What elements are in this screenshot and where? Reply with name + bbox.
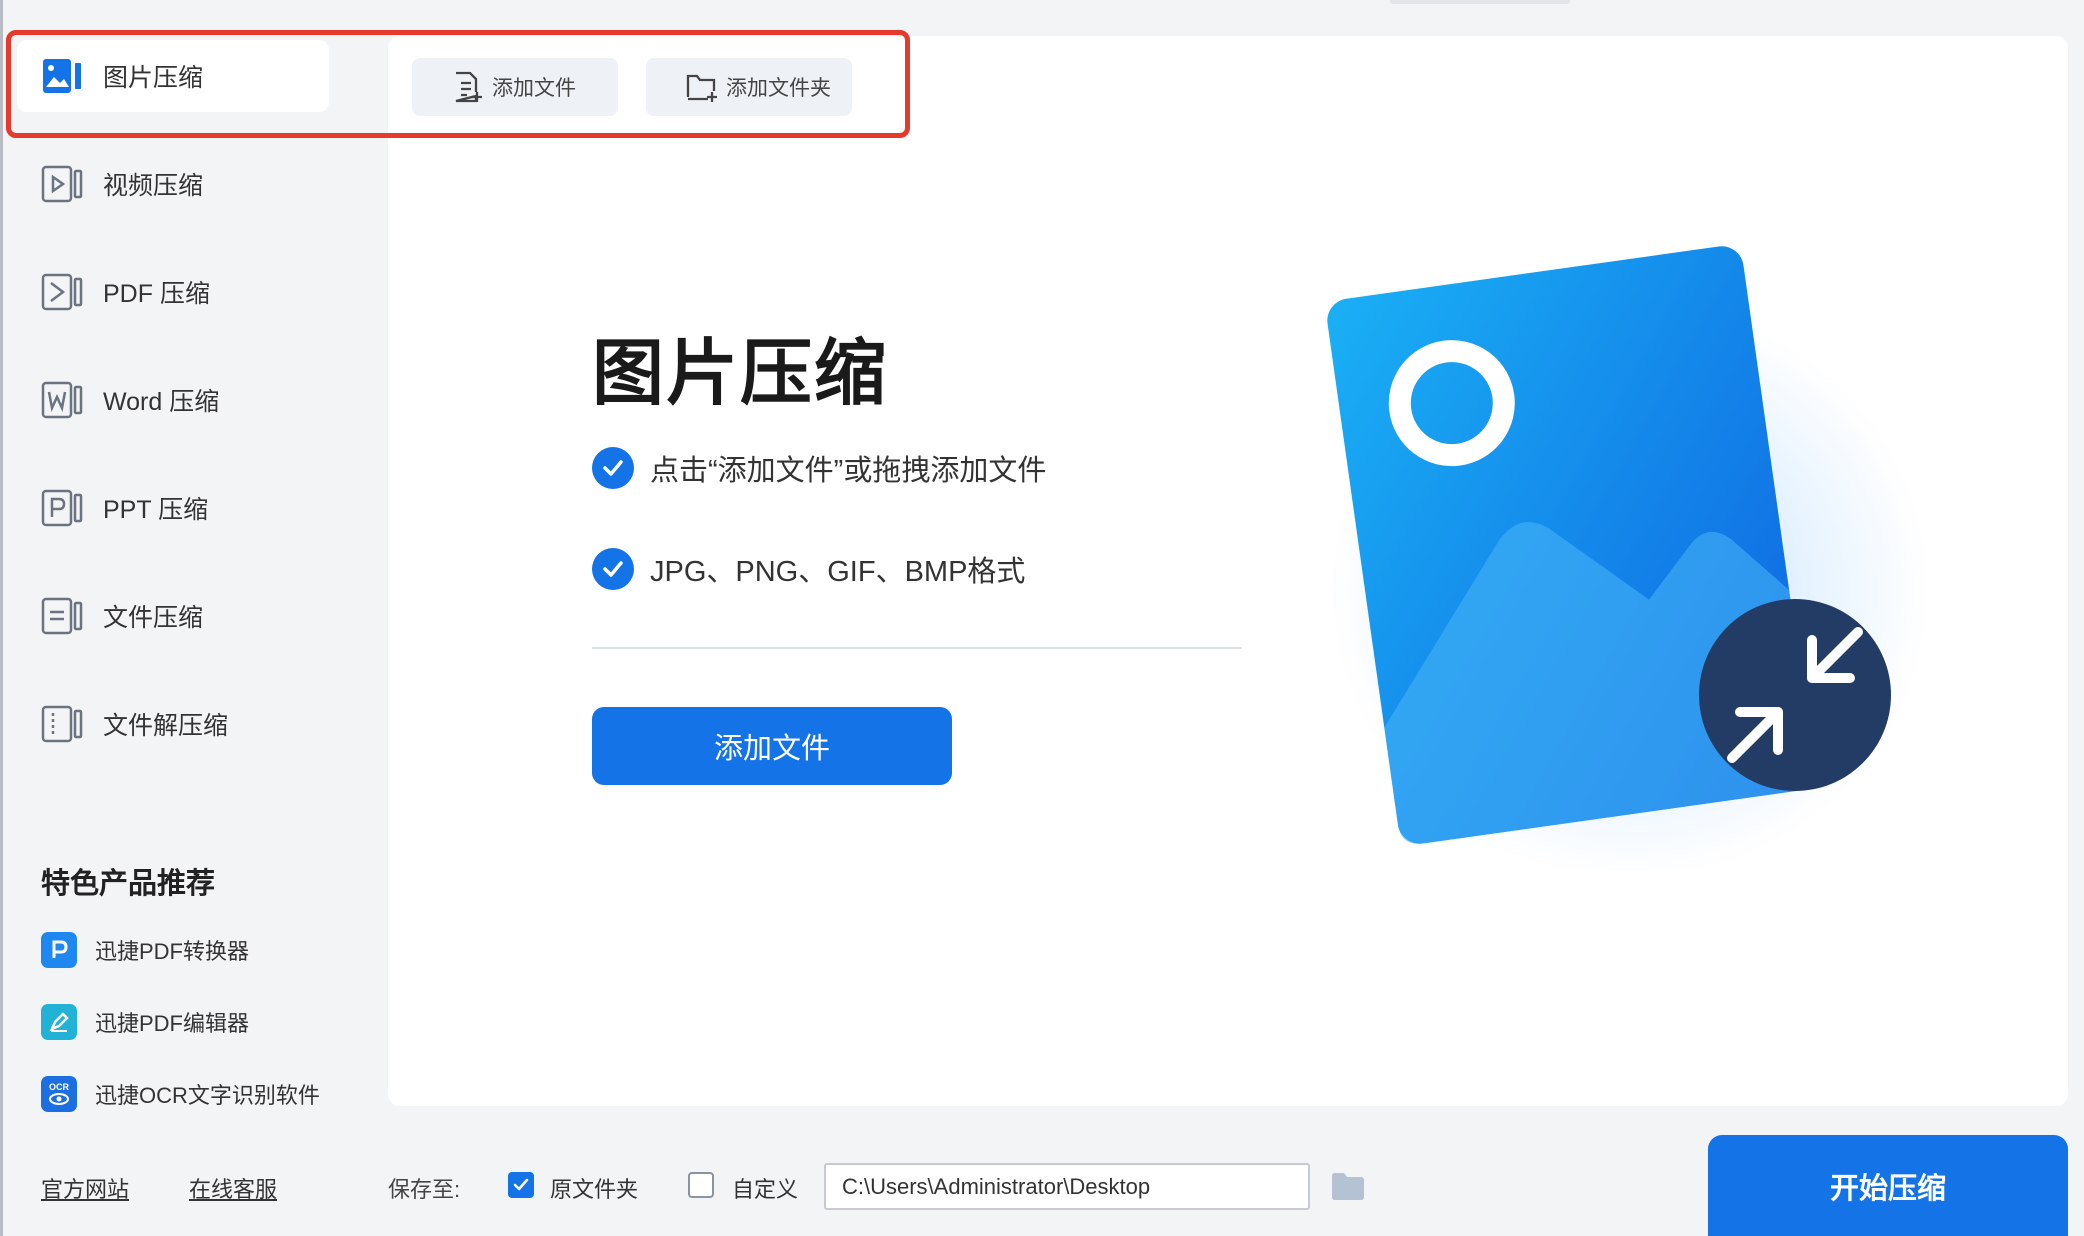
promo-item-pdf-editor[interactable]: 迅捷PDF编辑器 <box>41 1002 249 1042</box>
pdf-editor-icon <box>41 1004 77 1040</box>
check-circle-icon <box>592 548 634 590</box>
official-website-link[interactable]: 官方网站 <box>41 1172 129 1204</box>
sidebar-item-pdf-compress[interactable]: PDF 压缩 <box>17 256 329 328</box>
custom-label: 自定义 <box>732 1177 799 1202</box>
instruction-item: 点击“添加文件”或拖拽添加文件 <box>592 446 1046 490</box>
ocr-icon: OCR <box>41 1076 77 1112</box>
add-folder-toolbar-label: 添加文件夹 <box>726 77 831 100</box>
format-text: JPG、PNG、GIF、BMP格式 <box>650 556 1026 588</box>
sidebar-item-label: 视频压缩 <box>103 172 204 200</box>
file-decompress-icon <box>39 701 85 747</box>
promo-title: 特色产品推荐 <box>41 868 216 900</box>
add-file-toolbar-label: 添加文件 <box>492 77 576 100</box>
custom-checkbox[interactable] <box>688 1172 714 1198</box>
sidebar-item-label: PDF 压缩 <box>103 280 210 308</box>
promo-label: 迅捷PDF转换器 <box>95 939 250 964</box>
add-file-icon <box>455 71 482 103</box>
sidebar-item-label: 图片压缩 <box>103 64 204 92</box>
online-support-link[interactable]: 在线客服 <box>189 1172 277 1204</box>
folder-icon <box>1332 1173 1364 1200</box>
save-path-input[interactable] <box>824 1163 1310 1210</box>
video-compress-icon <box>39 161 85 207</box>
ocr-icon-text: OCR <box>49 1082 69 1092</box>
compress-arrows-badge <box>1699 599 1891 791</box>
checkmark-icon <box>513 1178 529 1191</box>
sidebar-item-image-compress[interactable]: 图片压缩 <box>17 40 329 112</box>
pdf-converter-icon <box>41 932 77 968</box>
sidebar-item-ppt-compress[interactable]: PPT 压缩 <box>17 472 329 544</box>
add-file-toolbar-button[interactable]: 添加文件 <box>412 58 618 116</box>
window-top-strip <box>1390 0 1570 4</box>
sidebar-item-file-compress[interactable]: 文件压缩 <box>17 580 329 652</box>
sidebar-item-word-compress[interactable]: Word 压缩 <box>17 364 329 436</box>
browse-folder-button[interactable] <box>1330 1170 1366 1202</box>
ppt-compress-icon <box>39 485 85 531</box>
add-folder-toolbar-button[interactable]: 添加文件夹 <box>646 58 852 116</box>
sidebar-item-video-compress[interactable]: 视频压缩 <box>17 148 329 220</box>
sidebar-item-label: 文件压缩 <box>103 604 204 632</box>
file-compress-icon <box>39 593 85 639</box>
sidebar-item-label: 文件解压缩 <box>103 712 229 740</box>
image-compress-illustration <box>1327 246 1930 870</box>
instruction-text: 点击“添加文件”或拖拽添加文件 <box>650 455 1047 487</box>
start-compress-button[interactable]: 开始压缩 <box>1708 1135 2068 1236</box>
promo-item-pdf-converter[interactable]: 迅捷PDF转换器 <box>41 930 249 970</box>
sidebar: 图片压缩 视频压缩 PDF 压缩 Word 压缩 PPT 压缩 文件压缩 文件解… <box>3 0 388 1236</box>
divider <box>592 647 1242 649</box>
add-folder-icon <box>686 74 717 102</box>
word-compress-icon <box>39 377 85 423</box>
promo-label: 迅捷OCR文字识别软件 <box>95 1083 320 1108</box>
check-circle-icon <box>592 447 634 489</box>
page-title: 图片压缩 <box>592 334 889 414</box>
promo-item-ocr[interactable]: OCR 迅捷OCR文字识别软件 <box>41 1074 320 1114</box>
image-compress-icon <box>39 53 85 99</box>
add-file-button[interactable]: 添加文件 <box>592 707 952 785</box>
save-to-label: 保存至: <box>388 1177 461 1202</box>
pdf-compress-icon <box>39 269 85 315</box>
sidebar-item-label: Word 压缩 <box>103 388 220 416</box>
original-folder-label: 原文件夹 <box>550 1177 639 1202</box>
format-item: JPG、PNG、GIF、BMP格式 <box>592 547 1025 591</box>
original-folder-checkbox[interactable] <box>508 1172 534 1198</box>
sidebar-item-file-decompress[interactable]: 文件解压缩 <box>17 688 329 760</box>
promo-label: 迅捷PDF编辑器 <box>95 1011 250 1036</box>
sidebar-item-label: PPT 压缩 <box>103 496 209 524</box>
